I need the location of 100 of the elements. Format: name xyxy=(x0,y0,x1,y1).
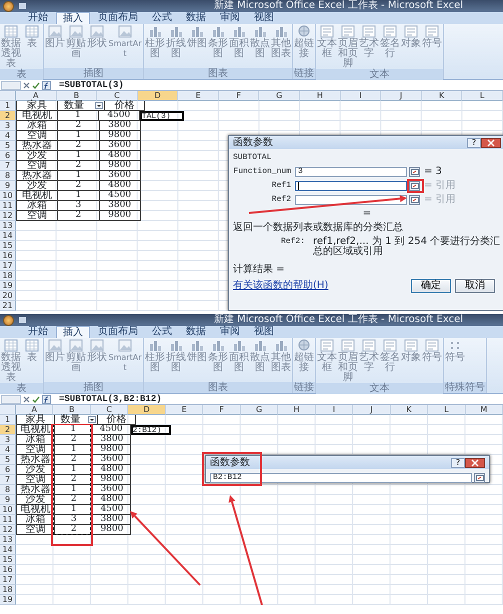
column-header[interactable]: G xyxy=(259,91,300,101)
function-icon[interactable] xyxy=(42,394,51,404)
help-button[interactable]: ? xyxy=(451,458,465,468)
row-header[interactable]: 15 xyxy=(0,241,16,251)
row-header[interactable]: 11 xyxy=(0,201,16,211)
row-header[interactable]: 6 xyxy=(0,151,16,161)
row-header[interactable]: 6 xyxy=(0,465,16,475)
active-cell[interactable]: TAL(3) xyxy=(140,111,184,121)
filter-dropdown-icon[interactable] xyxy=(88,416,96,423)
collapse-button[interactable] xyxy=(409,167,420,177)
column-header[interactable]: B xyxy=(53,405,91,415)
argument-field[interactable] xyxy=(295,181,407,191)
row-header[interactable]: 20 xyxy=(0,291,16,301)
active-cell[interactable]: 2:B12) xyxy=(130,425,172,435)
column-header[interactable]: M xyxy=(466,405,503,415)
column-header[interactable]: D xyxy=(128,405,166,415)
column-header[interactable]: L xyxy=(428,405,466,415)
row-header[interactable]: 5 xyxy=(0,455,16,465)
row-header[interactable]: 7 xyxy=(0,161,16,171)
row-header[interactable]: 1 xyxy=(0,415,16,425)
row-header[interactable]: 11 xyxy=(0,515,16,525)
row-header[interactable]: 21 xyxy=(0,301,16,311)
row-header[interactable]: 14 xyxy=(0,231,16,241)
ribbon-tab[interactable]: 插入 xyxy=(56,12,90,24)
row-header[interactable]: 3 xyxy=(0,435,16,445)
column-header[interactable]: D xyxy=(138,91,178,101)
collapse-button[interactable] xyxy=(409,195,420,205)
row-header[interactable]: 5 xyxy=(0,141,16,151)
help-link[interactable]: 有关该函数的帮助(H) xyxy=(233,281,328,291)
column-header[interactable]: J xyxy=(381,91,422,101)
argument-field[interactable]: 3 xyxy=(295,167,407,177)
column-header[interactable]: A xyxy=(16,91,57,101)
column-header[interactable]: L xyxy=(462,91,503,101)
office-button[interactable] xyxy=(3,314,14,326)
close-button[interactable] xyxy=(465,458,485,468)
row-header[interactable]: 19 xyxy=(0,595,16,605)
row-header[interactable]: 19 xyxy=(0,281,16,291)
row-header[interactable]: 16 xyxy=(0,251,16,261)
collapse-button[interactable] xyxy=(409,181,420,191)
cancel-icon[interactable] xyxy=(23,396,30,402)
row-header[interactable]: 16 xyxy=(0,565,16,575)
row-header[interactable]: 2 xyxy=(0,425,16,435)
row-header[interactable]: 1 xyxy=(0,101,16,111)
column-header[interactable]: F xyxy=(218,91,260,101)
row-header[interactable]: 10 xyxy=(0,505,16,515)
column-header[interactable]: G xyxy=(240,405,278,415)
check-icon[interactable] xyxy=(32,82,40,88)
row-header[interactable]: 9 xyxy=(0,495,16,505)
ribbon-tab[interactable]: 页面布局 xyxy=(92,12,144,24)
row-header[interactable]: 10 xyxy=(0,191,16,201)
ribbon-tab[interactable]: 视图 xyxy=(248,326,280,338)
expand-button[interactable] xyxy=(474,473,485,483)
cancel-icon[interactable] xyxy=(23,82,30,88)
row-header[interactable]: 15 xyxy=(0,555,16,565)
row-header[interactable]: 17 xyxy=(0,575,16,585)
ribbon-tab[interactable]: 开始 xyxy=(22,326,54,338)
ribbon-tab[interactable]: 审阅 xyxy=(214,326,246,338)
column-header[interactable]: C xyxy=(97,91,138,101)
ribbon-tab[interactable]: 数据 xyxy=(180,326,212,338)
column-header[interactable]: E xyxy=(166,405,204,415)
row-header[interactable]: 4 xyxy=(0,131,16,141)
ribbon-tab[interactable]: 公式 xyxy=(146,326,178,338)
row-header[interactable]: 8 xyxy=(0,485,16,495)
row-header[interactable]: 18 xyxy=(0,271,16,281)
office-button[interactable] xyxy=(3,0,14,12)
row-header[interactable]: 8 xyxy=(0,171,16,181)
column-header[interactable]: C xyxy=(90,405,128,415)
column-header[interactable]: K xyxy=(422,91,462,101)
row-header[interactable]: 18 xyxy=(0,585,16,595)
column-header[interactable]: A xyxy=(16,405,54,415)
column-header[interactable]: H xyxy=(300,91,341,101)
row-header[interactable]: 3 xyxy=(0,121,16,131)
function-icon[interactable] xyxy=(42,80,51,90)
column-header[interactable]: I xyxy=(340,91,382,101)
row-header[interactable]: 12 xyxy=(0,211,16,221)
row-header[interactable]: 2 xyxy=(0,111,16,121)
ok-button[interactable]: 确定 xyxy=(411,279,451,293)
row-header[interactable]: 13 xyxy=(0,221,16,231)
ribbon-tab[interactable]: 数据 xyxy=(180,12,212,24)
row-header[interactable]: 17 xyxy=(0,261,16,271)
row-header[interactable]: 9 xyxy=(0,181,16,191)
row-header[interactable]: 12 xyxy=(0,525,16,535)
close-button[interactable] xyxy=(481,138,501,148)
column-header[interactable]: H xyxy=(278,405,316,415)
column-header[interactable]: F xyxy=(203,405,241,415)
ribbon-tab[interactable]: 页面布局 xyxy=(92,326,144,338)
row-header[interactable]: 14 xyxy=(0,545,16,555)
column-header[interactable]: B xyxy=(56,91,98,101)
ribbon-tab[interactable]: 审阅 xyxy=(214,12,246,24)
column-header[interactable]: K xyxy=(390,405,428,415)
check-icon[interactable] xyxy=(32,396,40,402)
column-header[interactable]: I xyxy=(316,405,354,415)
ribbon-tab[interactable]: 插入 xyxy=(56,326,90,338)
row-header[interactable]: 4 xyxy=(0,445,16,455)
row-header[interactable]: 7 xyxy=(0,475,16,485)
help-button[interactable]: ? xyxy=(467,138,481,148)
ribbon-tab[interactable]: 开始 xyxy=(22,12,54,24)
column-header[interactable]: J xyxy=(353,405,391,415)
cancel-button[interactable]: 取消 xyxy=(455,279,495,293)
column-header[interactable]: E xyxy=(178,91,219,101)
